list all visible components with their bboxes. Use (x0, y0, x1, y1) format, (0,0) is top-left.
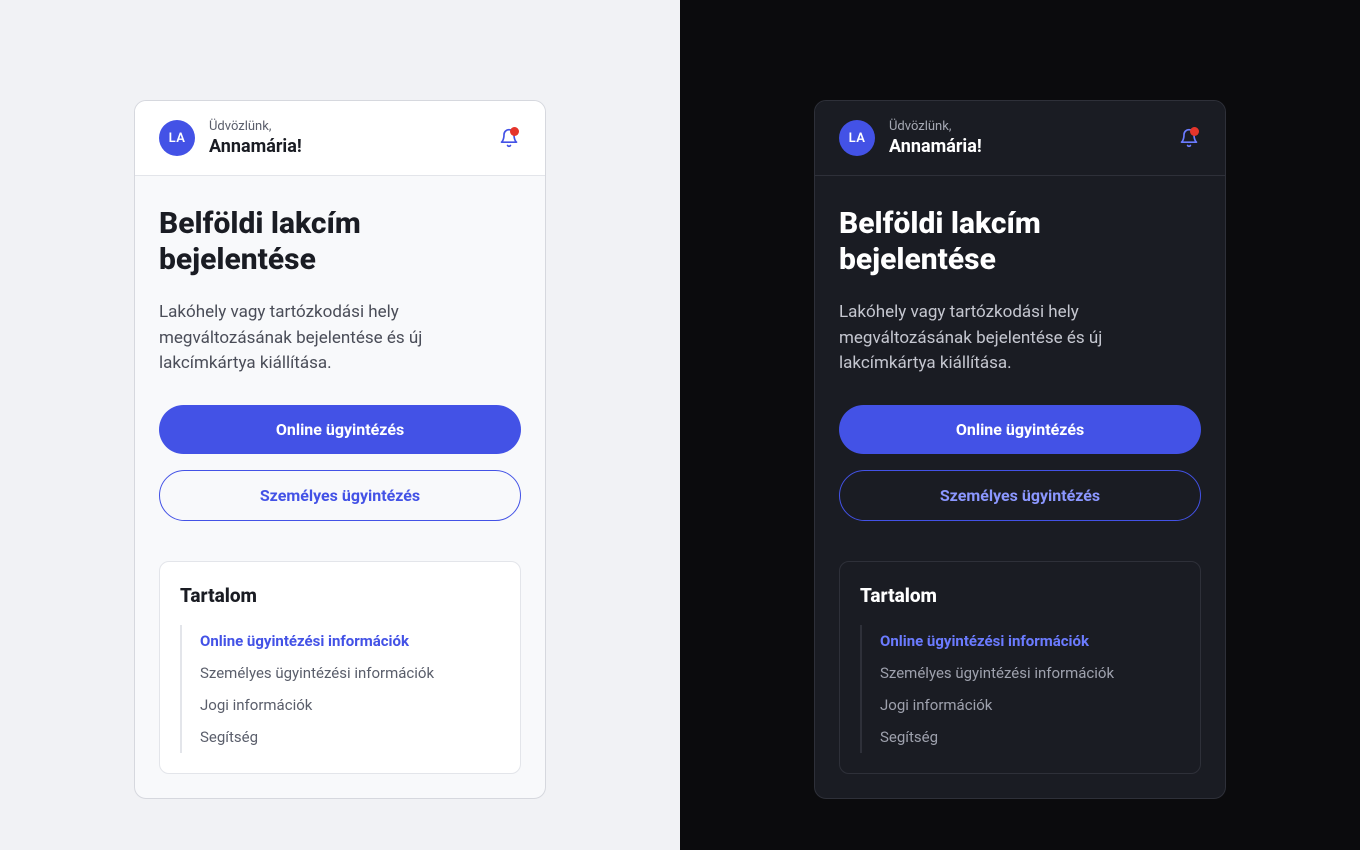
greeting-block: Üdvözlünk, Annamária! (889, 119, 1163, 157)
toc-item[interactable]: Jogi információk (880, 689, 1180, 721)
notification-dot (1190, 127, 1199, 136)
dark-theme-panel: LA Üdvözlünk, Annamária! Belföldi lakcím be… (680, 0, 1360, 850)
table-of-contents: Tartalom Online ügyintézési információkSz… (839, 561, 1201, 774)
page-description: Lakóhely vagy tartózkodási hely megválto… (839, 300, 1201, 377)
in-person-button[interactable]: Személyes ügyintézés (839, 470, 1201, 521)
toc-heading: Tartalom (860, 584, 1180, 607)
header: LA Üdvözlünk, Annamária! (815, 101, 1225, 176)
toc-item[interactable]: Segítség (880, 721, 1180, 753)
toc-list: Online ügyintézési információkSzemélyes … (860, 625, 1180, 753)
card-body: Belföldi lakcím bejelentése Lakóhely vagy… (135, 176, 545, 798)
toc-item[interactable]: Személyes ügyintézési információk (200, 657, 500, 689)
avatar[interactable]: LA (839, 120, 875, 156)
toc-list: Online ügyintézési információkSzemélyes … (180, 625, 500, 753)
online-button[interactable]: Online ügyintézés (839, 405, 1201, 454)
header: LA Üdvözlünk, Annamária! (135, 101, 545, 176)
app-card: LA Üdvözlünk, Annamária! Belföldi lakcím be… (814, 100, 1226, 799)
page-title: Belföldi lakcím bejelentése (159, 206, 521, 278)
toc-item[interactable]: Jogi információk (200, 689, 500, 721)
toc-item[interactable]: Személyes ügyintézési információk (880, 657, 1180, 689)
notification-bell[interactable] (1177, 126, 1201, 150)
light-theme-panel: LA Üdvözlünk, Annamária! Belföldi lakcím be… (0, 0, 680, 850)
card-body: Belföldi lakcím bejelentése Lakóhely vagy… (815, 176, 1225, 798)
toc-heading: Tartalom (180, 584, 500, 607)
in-person-button[interactable]: Személyes ügyintézés (159, 470, 521, 521)
notification-bell[interactable] (497, 126, 521, 150)
notification-dot (510, 127, 519, 136)
page-description: Lakóhely vagy tartózkodási hely megválto… (159, 300, 521, 377)
toc-item[interactable]: Segítség (200, 721, 500, 753)
welcome-text: Üdvözlünk, (889, 119, 1163, 134)
username-text: Annamária! (889, 136, 1163, 157)
page-title: Belföldi lakcím bejelentése (839, 206, 1201, 278)
app-card: LA Üdvözlünk, Annamária! Belföldi lakcím be… (134, 100, 546, 799)
avatar[interactable]: LA (159, 120, 195, 156)
toc-item[interactable]: Online ügyintézési információk (880, 625, 1180, 657)
welcome-text: Üdvözlünk, (209, 119, 483, 134)
username-text: Annamária! (209, 136, 483, 157)
toc-item[interactable]: Online ügyintézési információk (200, 625, 500, 657)
greeting-block: Üdvözlünk, Annamária! (209, 119, 483, 157)
online-button[interactable]: Online ügyintézés (159, 405, 521, 454)
table-of-contents: Tartalom Online ügyintézési információkSz… (159, 561, 521, 774)
